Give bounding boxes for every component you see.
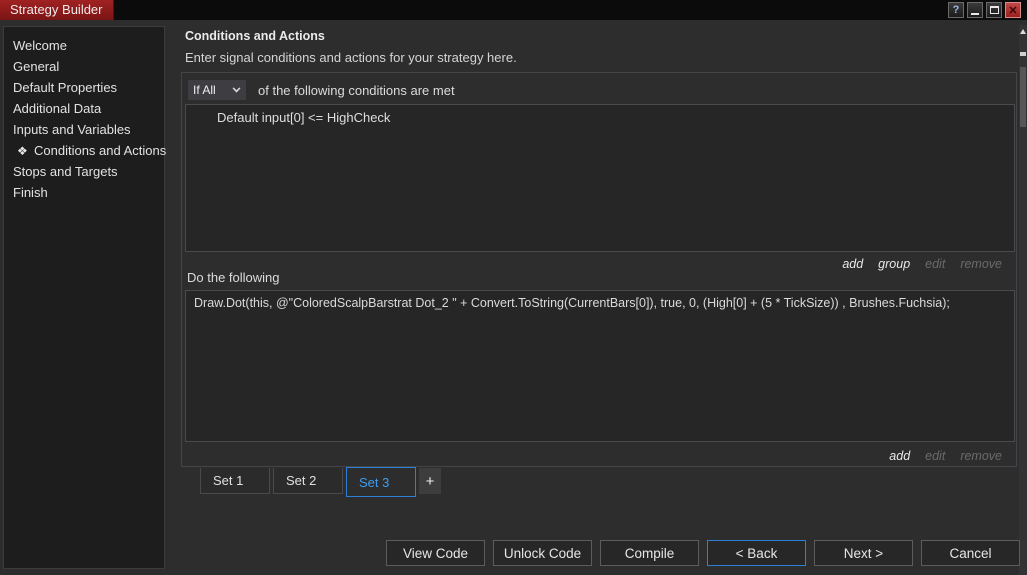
chevron-down-icon <box>233 85 241 93</box>
conditions-actions-panel: If All of the following conditions are m… <box>181 72 1017 467</box>
condition-match-suffix: of the following conditions are met <box>258 83 455 98</box>
condition-match-row: If All of the following conditions are m… <box>188 80 455 100</box>
condition-match-dropdown[interactable]: If All <box>188 80 246 100</box>
window-title: Strategy Builder <box>0 0 114 20</box>
sidebar-item-stops-and-targets[interactable]: Stops and Targets <box>4 161 164 182</box>
sidebar-item-conditions-and-actions[interactable]: ❖Conditions and Actions <box>4 140 164 161</box>
condition-links: add group edit remove <box>842 257 1002 271</box>
back-button[interactable]: < Back <box>707 540 806 566</box>
action-remove-link: remove <box>960 449 1002 463</box>
action-add-link[interactable]: add <box>889 449 910 463</box>
sidebar-item-welcome[interactable]: Welcome <box>4 35 164 56</box>
close-button[interactable]: ✕ <box>1005 2 1021 18</box>
add-set-tab-button[interactable]: + <box>419 468 441 494</box>
next-button[interactable]: Next > <box>814 540 913 566</box>
condition-match-value: If All <box>193 83 216 97</box>
condition-group-link[interactable]: group <box>878 257 910 271</box>
vertical-scrollbar[interactable] <box>1019 25 1027 575</box>
footer-buttons: View Code Unlock Code Compile < Back Nex… <box>386 540 1020 566</box>
condition-edit-link: edit <box>925 257 945 271</box>
set-tabs: Set 1 Set 2 Set 3 + <box>200 468 441 497</box>
view-code-button[interactable]: View Code <box>386 540 485 566</box>
conditions-list[interactable]: Default input[0] <= HighCheck <box>185 104 1015 252</box>
sidebar-item-default-properties[interactable]: Default Properties <box>4 77 164 98</box>
maximize-button[interactable] <box>986 2 1002 18</box>
actions-list[interactable]: Draw.Dot(this, @"ColoredScalpBarstrat Do… <box>185 290 1015 442</box>
page-title: Conditions and Actions <box>185 29 325 43</box>
condition-remove-link: remove <box>960 257 1002 271</box>
wizard-steps-sidebar: Welcome General Default Properties Addit… <box>3 26 165 569</box>
scrollbar-mark <box>1020 52 1026 56</box>
action-edit-link: edit <box>925 449 945 463</box>
cancel-button[interactable]: Cancel <box>921 540 1020 566</box>
plus-icon: + <box>426 473 435 490</box>
condition-item[interactable]: Default input[0] <= HighCheck <box>186 105 1014 125</box>
close-icon: ✕ <box>1008 4 1017 17</box>
tab-set-1[interactable]: Set 1 <box>200 468 270 494</box>
window-controls: ? ✕ <box>948 2 1021 18</box>
sidebar-item-general[interactable]: General <box>4 56 164 77</box>
tab-set-3[interactable]: Set 3 <box>346 467 416 497</box>
help-button[interactable]: ? <box>948 2 964 18</box>
unlock-code-button[interactable]: Unlock Code <box>493 540 592 566</box>
action-links: add edit remove <box>889 449 1002 463</box>
compile-button[interactable]: Compile <box>600 540 699 566</box>
title-bar: Strategy Builder ? ✕ <box>0 0 1027 20</box>
sidebar-item-finish[interactable]: Finish <box>4 182 164 203</box>
actions-label: Do the following <box>187 270 280 285</box>
maximize-icon <box>990 6 999 14</box>
minimize-button[interactable] <box>967 2 983 18</box>
minimize-icon <box>971 13 979 15</box>
page-subtitle: Enter signal conditions and actions for … <box>185 50 517 65</box>
action-item[interactable]: Draw.Dot(this, @"ColoredScalpBarstrat Do… <box>186 291 1014 310</box>
scroll-up-icon[interactable] <box>1020 29 1026 34</box>
scrollbar-thumb[interactable] <box>1020 67 1026 127</box>
tab-set-2[interactable]: Set 2 <box>273 468 343 494</box>
help-icon: ? <box>953 4 960 16</box>
sidebar-item-additional-data[interactable]: Additional Data <box>4 98 164 119</box>
current-step-icon: ❖ <box>17 141 34 162</box>
condition-add-link[interactable]: add <box>842 257 863 271</box>
sidebar-item-inputs-and-variables[interactable]: Inputs and Variables <box>4 119 164 140</box>
